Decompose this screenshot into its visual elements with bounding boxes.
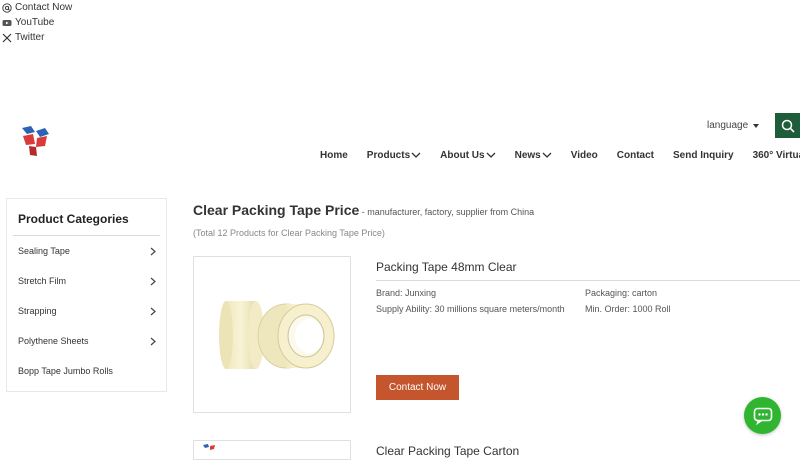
main-nav: Home Products About Us News Video Contac… [320,150,800,161]
sidebar-item-label: Strapping [18,306,57,316]
chevron-down-icon [542,152,552,158]
sidebar-title: Product Categories [18,212,129,226]
sidebar-item-label: Sealing Tape [18,246,70,256]
nav-about[interactable]: About Us [440,150,496,161]
youtube-link-label: YouTube [15,17,55,28]
product-supply-ability: Supply Ability: 30 millions square meter… [376,304,565,314]
chevron-right-icon [150,337,156,345]
search-button[interactable] [775,113,800,138]
chevron-down-icon [411,152,421,158]
contact-now-button[interactable]: Contact Now [376,375,459,400]
nav-home[interactable]: Home [320,150,348,161]
sidebar-item-polythene-sheets[interactable]: Polythene Sheets [18,326,156,356]
chevron-right-icon [150,247,156,255]
nav-news-label: News [514,150,541,161]
twitter-link-label: Twitter [15,32,45,43]
sidebar-item-sealing-tape[interactable]: Sealing Tape [18,236,156,266]
sidebar-item-strapping[interactable]: Strapping [18,296,156,326]
page-title: Clear Packing Tape Price [193,202,360,218]
page-heading: Clear Packing Tape Price - manufacturer,… [193,202,534,220]
nav-news[interactable]: News [515,150,552,161]
contact-link[interactable]: Contact Now [2,0,72,15]
chat-button[interactable] [744,397,781,434]
language-selector[interactable]: language [707,120,760,131]
tape-roll-image [219,301,335,369]
caret-down-icon [753,123,760,128]
social-links: Contact Now YouTube Twitter [2,0,72,45]
sidebar-item-stretch-film[interactable]: Stretch Film [18,266,156,296]
divider [376,280,800,281]
nav-video-label: Video [570,150,598,161]
at-icon [2,2,12,13]
product-image[interactable] [193,256,351,413]
site-logo[interactable] [20,125,50,157]
language-label: language [707,120,749,131]
sidebar-item-bopp-tape-jumbo-rolls[interactable]: Bopp Tape Jumbo Rolls [18,356,156,386]
page-subtitle: - manufacturer, factory, supplier from C… [359,207,535,217]
product-categories-panel: Product Categories Sealing Tape Stretch … [6,198,167,392]
nav-inquiry-label: Send Inquiry [673,150,734,161]
sidebar-item-label: Bopp Tape Jumbo Rolls [18,366,113,376]
logo-watermark-icon [203,444,215,450]
product-brand: Brand: Junxing [376,288,437,298]
product-image[interactable] [193,440,351,460]
twitter-link[interactable]: Twitter [2,30,72,45]
nav-virtual-tour[interactable]: 360° Virtual Tour [753,150,800,161]
logo-icon [22,126,49,156]
nav-tour-label: 360° Virtual Tour [752,150,800,161]
sidebar-item-label: Polythene Sheets [18,336,89,346]
nav-about-label: About Us [440,150,485,161]
nav-products-label: Products [366,150,411,161]
product-count: (Total 12 Products for Clear Packing Tap… [193,228,385,238]
youtube-link[interactable]: YouTube [2,15,72,30]
x-twitter-icon [2,33,12,42]
search-icon [781,119,795,133]
nav-contact[interactable]: Contact [617,150,654,161]
nav-send-inquiry[interactable]: Send Inquiry [673,150,734,161]
chevron-down-icon [486,152,496,158]
sidebar-item-label: Stretch Film [18,276,67,286]
nav-home-label: Home [320,150,348,161]
product-packaging: Packaging: carton [585,288,658,298]
product-title-link[interactable]: Packing Tape 48mm Clear [376,260,517,274]
chevron-right-icon [150,307,156,315]
nav-video[interactable]: Video [571,150,598,161]
product-title-link[interactable]: Clear Packing Tape Carton [376,444,519,458]
youtube-icon [2,19,12,26]
contact-link-label: Contact Now [15,2,73,13]
chat-icon [753,407,772,425]
nav-products[interactable]: Products [367,150,421,161]
product-min-order: Min. Order: 1000 Roll [585,304,671,314]
nav-contact-label: Contact [616,150,654,161]
chevron-right-icon [150,277,156,285]
